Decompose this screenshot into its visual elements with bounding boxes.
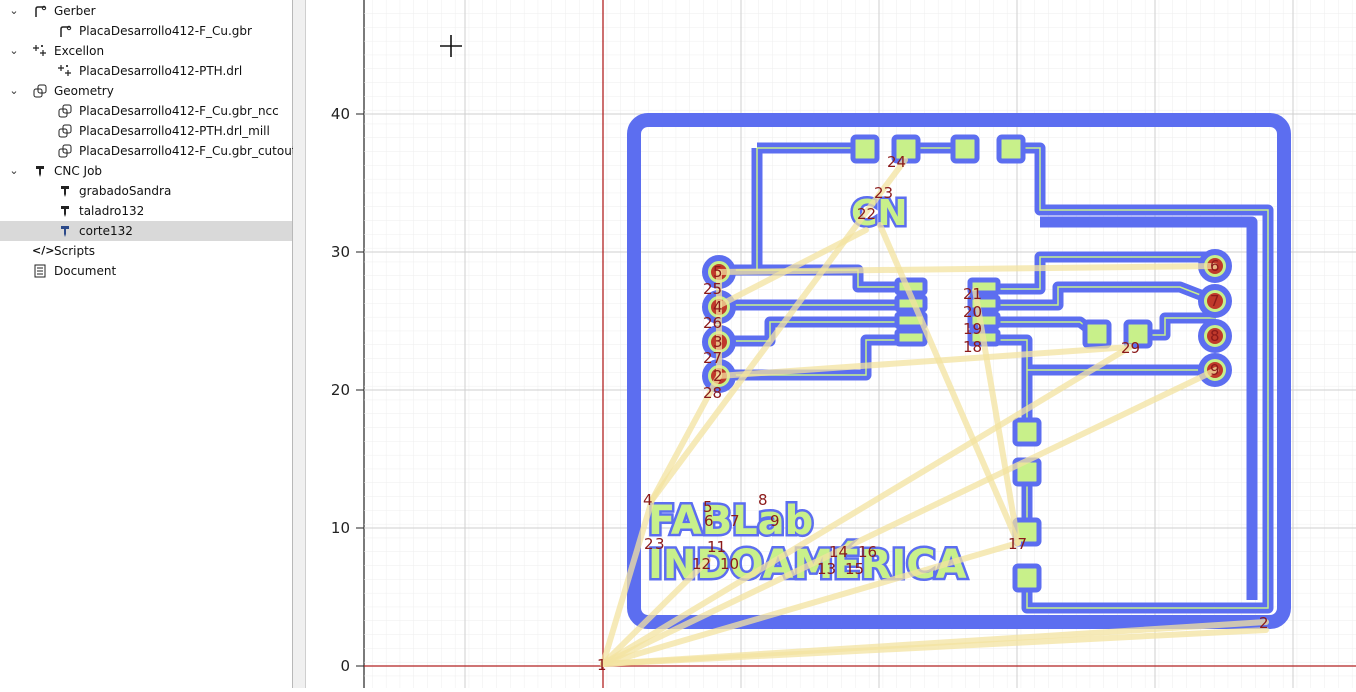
point-label: 25 — [703, 280, 722, 298]
tree-label-gerber: Gerber — [54, 4, 96, 18]
tree-item-cnc-file[interactable]: grabadoSandra — [0, 181, 292, 201]
point-label: 7 — [730, 512, 740, 530]
point-label: 29 — [1121, 339, 1140, 357]
point-label: 16 — [858, 543, 877, 561]
tree-label: grabadoSandra — [79, 184, 172, 198]
tree-item-gerber-file[interactable]: PlacaDesarrollo412-F_Cu.gbr — [0, 21, 292, 41]
point-label: 18 — [963, 338, 982, 356]
gerber-icon — [35, 5, 47, 17]
tree-item-geometry-file[interactable]: PlacaDesarrollo412-PTH.drl_mill — [0, 121, 292, 141]
tree-label: taladro132 — [79, 204, 145, 218]
point-label: 13 — [817, 560, 836, 578]
point-label: 2 — [644, 535, 654, 553]
geometry-icon — [33, 84, 47, 98]
cnc-icon — [61, 186, 69, 197]
point-label: 6 — [704, 512, 714, 530]
geometry-icon — [58, 124, 72, 138]
tree-group-geometry[interactable]: ⌄ Geometry — [0, 81, 292, 101]
point-label: 22 — [857, 205, 876, 223]
gerber-icon — [60, 25, 72, 37]
point-label: 28 — [703, 384, 722, 402]
point-label: 21 — [963, 285, 982, 303]
point-label: 24 — [887, 153, 906, 171]
tree-label-cncjob: CNC Job — [54, 164, 103, 178]
tree-label: PlacaDesarrollo412-F_Cu.gbr_ncc — [79, 104, 279, 118]
point-label: 2 — [713, 367, 723, 385]
y-tick-label: 40 — [331, 105, 350, 123]
point-label: 20 — [963, 303, 982, 321]
tree-item-cnc-file-selected[interactable]: corte132 — [0, 221, 292, 241]
tree-group-excellon[interactable]: ⌄ Excellon — [0, 41, 292, 61]
point-label: 14 — [829, 543, 848, 561]
y-tick-label: 30 — [331, 243, 350, 261]
plot-canvas[interactable]: 40 30 20 10 0 CN FABLab INDOAMÉRICA 1 2 … — [306, 0, 1356, 688]
tree-label-geometry: Geometry — [54, 84, 114, 98]
tree-item-scripts[interactable]: </> Scripts — [0, 241, 292, 261]
splitter-handle[interactable] — [293, 0, 306, 688]
point-label: 8 — [758, 491, 768, 509]
chevron-down-icon[interactable]: ⌄ — [8, 165, 20, 177]
point-label: 19 — [963, 320, 982, 338]
tree-label-excellon: Excellon — [54, 44, 105, 58]
tree-item-geometry-file[interactable]: PlacaDesarrollo412-F_Cu.gbr_cutout — [0, 141, 297, 161]
tree-label: corte132 — [79, 224, 133, 238]
point-label: 6 — [1210, 257, 1220, 275]
point-label: 27 — [703, 349, 722, 367]
point-label: 8 — [1210, 327, 1220, 345]
chevron-down-icon[interactable]: ⌄ — [8, 45, 20, 57]
tree-label: PlacaDesarrollo412-F_Cu.gbr — [79, 24, 252, 38]
tree-item-document[interactable]: Document — [0, 261, 292, 281]
point-label: 4 — [643, 491, 653, 509]
y-tick-label: 20 — [331, 381, 350, 399]
point-label: 3 — [713, 333, 723, 351]
project-tree: ⌄ Gerber PlacaDesarrollo412-F_Cu.gbr ⌄ E… — [0, 0, 297, 688]
tree-label: PlacaDesarrollo412-PTH.drl_mill — [79, 124, 270, 138]
excellon-icon — [33, 45, 46, 56]
point-label: 2 — [1259, 614, 1269, 632]
tree-item-excellon-file[interactable]: PlacaDesarrollo412-PTH.drl — [0, 61, 292, 81]
tree-label: PlacaDesarrollo412-PTH.drl — [79, 64, 243, 78]
tree-group-gerber[interactable]: ⌄ Gerber — [0, 1, 292, 21]
excellon-icon — [58, 65, 71, 76]
tree-group-cncjob[interactable]: ⌄ CNC Job — [0, 161, 292, 181]
plot-svg[interactable]: 40 30 20 10 0 CN FABLab INDOAMÉRICA 1 2 … — [306, 0, 1356, 688]
document-icon — [34, 264, 46, 278]
point-label: 4 — [713, 298, 723, 316]
point-label: 1 — [597, 656, 607, 674]
chevron-down-icon[interactable]: ⌄ — [8, 5, 20, 17]
y-tick-label: 0 — [340, 657, 350, 675]
point-label: 17 — [1008, 535, 1027, 553]
geometry-icon — [58, 104, 72, 118]
tree-label-scripts: Scripts — [54, 244, 96, 258]
tree-label: PlacaDesarrollo412-F_Cu.gbr_cutout — [79, 144, 297, 158]
point-label: 5 — [713, 263, 723, 281]
point-label: 7 — [1210, 292, 1220, 310]
point-label: 10 — [720, 555, 739, 573]
point-label: 12 — [692, 555, 711, 573]
cnc-icon — [36, 166, 44, 177]
tree-item-geometry-file[interactable]: PlacaDesarrollo412-F_Cu.gbr_ncc — [0, 101, 292, 121]
point-label: 23 — [874, 184, 893, 202]
point-label: 9 — [1210, 361, 1220, 379]
point-label: 26 — [703, 314, 722, 332]
tree-item-cnc-file[interactable]: taladro132 — [0, 201, 292, 221]
point-label: 3 — [655, 535, 665, 553]
tree-label-document: Document — [54, 264, 117, 278]
point-label: 11 — [707, 538, 726, 556]
cnc-icon — [61, 206, 69, 217]
point-label: 15 — [845, 560, 864, 578]
chevron-down-icon[interactable]: ⌄ — [8, 85, 20, 97]
geometry-icon — [58, 144, 72, 158]
cnc-icon — [61, 226, 69, 237]
point-label: 9 — [770, 512, 780, 530]
code-icon: </> — [32, 244, 55, 257]
y-tick-label: 10 — [331, 519, 350, 537]
